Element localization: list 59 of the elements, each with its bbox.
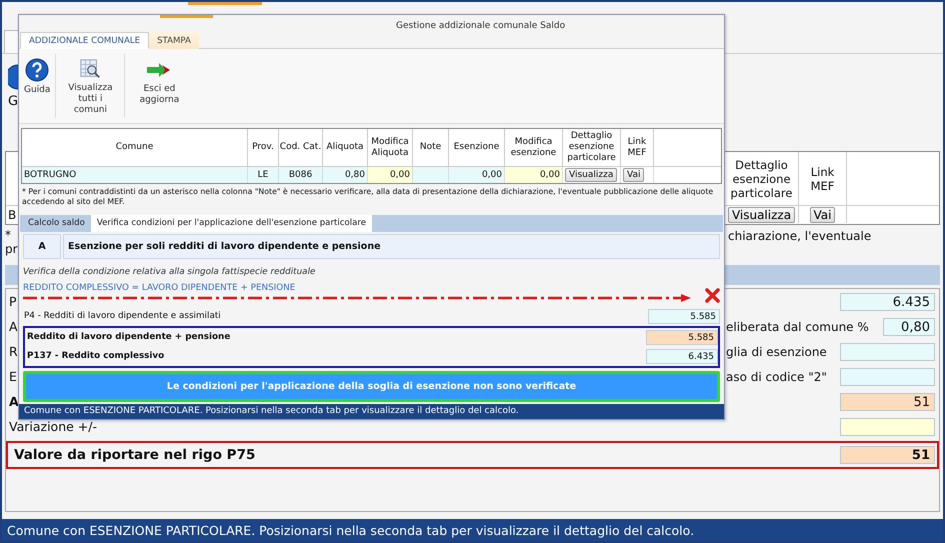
help-icon[interactable] bbox=[8, 64, 18, 90]
value-field: 51 bbox=[840, 392, 935, 410]
table-cell: BOTRUGNO bbox=[22, 167, 248, 184]
column-header: Link MEF bbox=[799, 152, 847, 206]
field-label: E bbox=[9, 369, 17, 384]
tab-highlight bbox=[160, 15, 213, 18]
section-letter: A bbox=[23, 234, 61, 259]
field-label: R bbox=[9, 344, 18, 359]
ribbon-button[interactable]: Visualizza tutti i comuni bbox=[58, 52, 122, 120]
table-cell[interactable]: 0,00 bbox=[505, 167, 563, 184]
column-header: Dettaglio esenzione particolare bbox=[563, 129, 621, 168]
value-field: 6.435 bbox=[840, 292, 935, 310]
field-label: P bbox=[9, 294, 17, 309]
value-field[interactable] bbox=[840, 418, 935, 436]
tab[interactable]: STAMPA bbox=[149, 32, 199, 50]
field-label: Valore da riportare nel rigo P75 bbox=[14, 447, 256, 463]
ribbon-button[interactable]: Esci ed aggiorna bbox=[127, 52, 192, 120]
arrow-icon bbox=[146, 62, 172, 78]
table-search-icon bbox=[78, 58, 102, 80]
table-cell: B086 bbox=[279, 167, 323, 184]
field-label: P4 - Redditi di lavoro dipendente e assimilati bbox=[24, 311, 221, 322]
note-text: pr bbox=[5, 242, 18, 256]
section-title: Esenzione per soli redditi di lavoro dipendente e pensione bbox=[63, 234, 720, 259]
field-label: Reddito di lavoro dipendente + pensione bbox=[27, 332, 230, 342]
help-icon bbox=[25, 58, 50, 82]
column-header: Link MEF bbox=[621, 129, 654, 168]
caption-text: Verifica della condizione relativa alla singola fattispecie reddituale bbox=[23, 266, 316, 277]
value-field: 0,80 bbox=[883, 318, 935, 336]
table-cell: LE bbox=[248, 167, 279, 184]
field-label: eliberata dal comune % bbox=[726, 320, 869, 334]
value-field: 5.585 bbox=[648, 308, 720, 324]
field-label: Variazione +/- bbox=[9, 419, 97, 434]
view-button[interactable]: Visualizza bbox=[565, 168, 618, 182]
ribbon-button[interactable]: Guida bbox=[21, 52, 54, 120]
field-label: glia di esenzione bbox=[726, 345, 827, 359]
note-text: chiarazione, l'eventuale bbox=[728, 229, 872, 243]
go-button[interactable]: Vai bbox=[810, 206, 836, 222]
table-cell: 0,00 bbox=[449, 167, 505, 184]
field-label: A bbox=[9, 319, 18, 334]
value-field: 51 bbox=[840, 446, 935, 464]
condition-text: REDDITO COMPLESSIVO = LAVORO DIPENDENTE + PENSIONE bbox=[23, 282, 296, 293]
go-button[interactable]: Vai bbox=[623, 168, 644, 182]
table-cell bbox=[413, 167, 449, 184]
tab[interactable]: ADDIZIONALE COMUNALE bbox=[20, 32, 150, 50]
tab[interactable]: Calcolo saldo bbox=[22, 214, 91, 232]
ribbon-label: G bbox=[8, 94, 18, 109]
value-field: 6.435 bbox=[646, 348, 718, 364]
status-bar: Comune con ESENZIONE PARTICOLARE. Posizionarsi nella seconda tab per visualizzare il dettaglio del calcolo. bbox=[19, 404, 724, 419]
table-cell: 0,80 bbox=[323, 167, 368, 184]
view-button[interactable]: Visualizza bbox=[728, 206, 796, 222]
table-cell[interactable]: 0,00 bbox=[368, 167, 413, 184]
note-text: * bbox=[5, 228, 11, 242]
status-bar: Comune con ESENZIONE PARTICOLARE. Posizionarsi nella seconda tab per visualizzare il dettaglio del calcolo. bbox=[2, 519, 943, 541]
window-title: Gestione addizionale comunale Saldo bbox=[396, 20, 566, 32]
field-label: A bbox=[9, 394, 19, 409]
field-label: aso di codice "2" bbox=[726, 370, 827, 384]
tab[interactable]: Verifica condizioni per l'applicazione dell'esenzione particolare bbox=[90, 214, 372, 232]
field-label: P137 - Reddito complessivo bbox=[27, 351, 164, 362]
value-field: 5.585 bbox=[646, 330, 718, 345]
